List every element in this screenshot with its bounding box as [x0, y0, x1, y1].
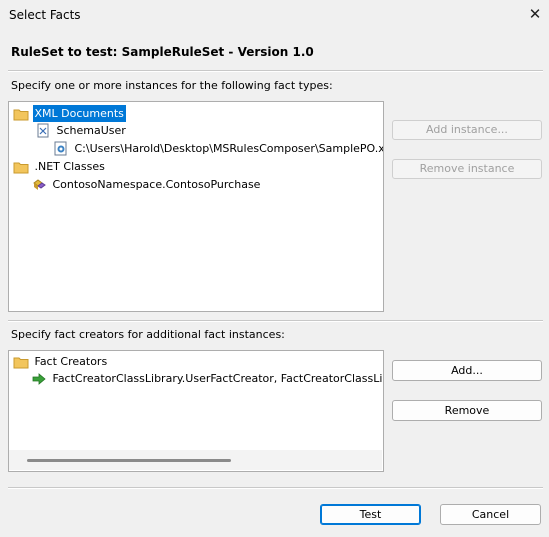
class-icon — [31, 177, 47, 193]
test-button[interactable]: Test — [320, 504, 421, 525]
cancel-button[interactable]: Cancel — [440, 504, 541, 525]
folder-icon — [13, 106, 29, 122]
separator-bottom — [8, 487, 543, 489]
tree-node-label: .NET Classes — [34, 160, 105, 173]
tree-node-contoso-purchase[interactable]: ContosoNamespace.ContosoPurchase — [31, 176, 262, 193]
tree-node-samplepo-xml[interactable]: C:\Users\Harold\Desktop\MSRulesComposer\… — [53, 140, 384, 157]
add-fact-creator-button[interactable]: Add... — [392, 360, 542, 381]
tree-node-label: C:\Users\Harold\Desktop\MSRulesComposer\… — [74, 142, 384, 155]
tree-node-user-fact-creator[interactable]: FactCreatorClassLibrary.UserFactCreator,… — [31, 370, 384, 387]
tree-node-xml-documents[interactable]: XML Documents — [13, 105, 126, 122]
separator-middle — [8, 320, 543, 322]
remove-instance-button[interactable]: Remove instance — [392, 159, 542, 179]
title-bar: Select Facts ✕ — [0, 0, 549, 30]
arrow-right-icon — [31, 371, 47, 387]
fact-types-tree[interactable]: XML Documents SchemaUser C:\Users\Harold… — [8, 101, 384, 312]
creators-label: Specify fact creators for additional fac… — [11, 328, 285, 341]
folder-icon — [13, 354, 29, 370]
scrollbar-thumb[interactable] — [27, 459, 231, 462]
close-icon[interactable]: ✕ — [524, 3, 546, 25]
tree-node-label: FactCreatorClassLibrary.UserFactCreator,… — [52, 372, 384, 385]
tree-node-schemauser[interactable]: SchemaUser — [35, 122, 128, 139]
folder-icon — [13, 159, 29, 175]
xml-schema-icon — [35, 123, 51, 139]
ruleset-heading: RuleSet to test: SampleRuleSet - Version… — [11, 45, 314, 59]
tree-node-label: SchemaUser — [56, 124, 126, 137]
remove-fact-creator-button[interactable]: Remove — [392, 400, 542, 421]
tree-node-label: Fact Creators — [34, 355, 108, 368]
separator-top — [8, 70, 543, 72]
add-instance-button[interactable]: Add instance... — [392, 120, 542, 140]
instances-label: Specify one or more instances for the fo… — [11, 79, 333, 92]
tree-node-label: XML Documents — [32, 105, 126, 122]
window-title: Select Facts — [9, 8, 81, 22]
tree-node-net-classes[interactable]: .NET Classes — [13, 158, 107, 175]
tree-node-fact-creators[interactable]: Fact Creators — [13, 353, 109, 370]
tree-node-label: ContosoNamespace.ContosoPurchase — [52, 178, 261, 191]
xml-file-icon — [53, 141, 69, 157]
